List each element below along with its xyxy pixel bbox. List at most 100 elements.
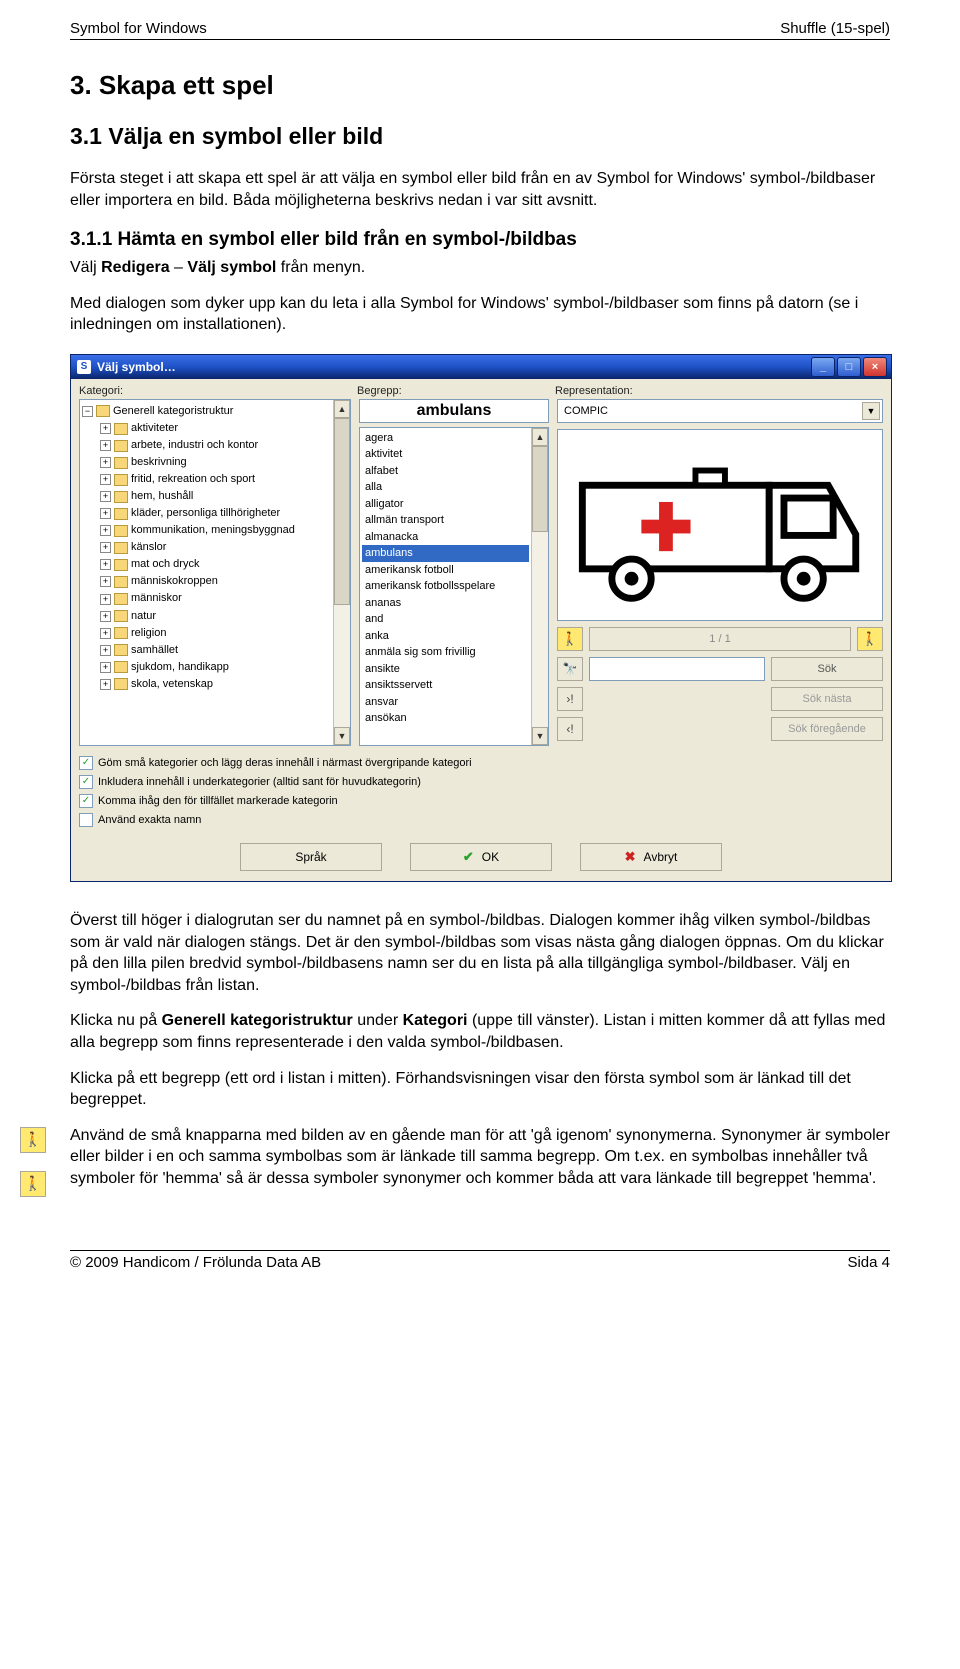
tree-expand-icon[interactable]: +: [100, 423, 111, 434]
tree-expand-icon[interactable]: +: [100, 645, 111, 656]
tree-expand-icon[interactable]: +: [100, 474, 111, 485]
tree-item[interactable]: +människor: [100, 590, 331, 607]
prev-synonym-button[interactable]: 🚶: [557, 627, 583, 651]
scroll-up-icon[interactable]: ▲: [532, 428, 548, 446]
tree-expand-icon[interactable]: +: [100, 628, 111, 639]
label-begrepp: Begrepp:: [357, 385, 547, 397]
next-synonym-button[interactable]: 🚶: [857, 627, 883, 651]
option-label: Komma ihåg den för tillfället markerade …: [98, 795, 338, 807]
list-item[interactable]: alligator: [362, 496, 529, 513]
option-row[interactable]: Använd exakta namn: [79, 813, 883, 827]
list-item[interactable]: agera: [362, 430, 529, 447]
representation-dropdown[interactable]: COMPIC ▼: [557, 399, 883, 423]
tree-item[interactable]: +mat och dryck: [100, 556, 331, 573]
minimize-button[interactable]: _: [811, 357, 835, 377]
cancel-button[interactable]: ✖Avbryt: [580, 843, 722, 871]
tree-item[interactable]: +kläder, personliga tillhörigheter: [100, 505, 331, 522]
tree-item[interactable]: +känslor: [100, 539, 331, 556]
tree-expand-icon[interactable]: +: [100, 679, 111, 690]
tree-item[interactable]: +religion: [100, 625, 331, 642]
tree-item[interactable]: + aktiviteter: [100, 420, 331, 437]
language-button[interactable]: Språk: [240, 843, 382, 871]
tree-item[interactable]: + arbete, industri och kontor: [100, 437, 331, 454]
folder-icon: [114, 525, 128, 537]
search-prev-button[interactable]: Sök föregående: [771, 717, 883, 741]
checkbox[interactable]: ✓: [79, 756, 93, 770]
tree-item-label: sjukdom, handikapp: [131, 659, 229, 676]
scroll-down-icon[interactable]: ▼: [334, 727, 350, 745]
tree-expand-icon[interactable]: +: [100, 559, 111, 570]
concept-listbox[interactable]: ageraaktivitetalfabetallaalligatorallmän…: [359, 427, 549, 746]
list-item[interactable]: ambulans: [362, 545, 529, 562]
tree-item[interactable]: + sjukdom, handikapp: [100, 659, 331, 676]
list-item[interactable]: ansikte: [362, 661, 529, 678]
tree-expand-icon[interactable]: +: [100, 491, 111, 502]
list-item[interactable]: anka: [362, 628, 529, 645]
list-item[interactable]: amerikansk fotboll: [362, 562, 529, 579]
tree-item[interactable]: + skola, vetenskap: [100, 676, 331, 693]
ok-button[interactable]: ✔OK: [410, 843, 552, 871]
list-item[interactable]: and: [362, 611, 529, 628]
scroll-down-icon[interactable]: ▼: [532, 727, 548, 745]
tree-item[interactable]: +kommunikation, meningsbyggnad: [100, 522, 331, 539]
tree-root-label[interactable]: Generell kategoristruktur: [113, 403, 233, 420]
tree-item[interactable]: +samhället: [100, 642, 331, 659]
list-item[interactable]: aktivitet: [362, 446, 529, 463]
list-item[interactable]: ananas: [362, 595, 529, 612]
chevron-down-icon[interactable]: ▼: [862, 402, 880, 420]
search-next-button[interactable]: Sök nästa: [771, 687, 883, 711]
option-label: Använd exakta namn: [98, 814, 201, 826]
dialog-titlebar[interactable]: S Välj symbol… _ □ ×: [71, 355, 891, 379]
category-tree[interactable]: − Generell kategoristruktur + aktiviteter…: [79, 399, 351, 746]
list-item[interactable]: amerikansk fotbollsspelare: [362, 578, 529, 595]
checkbox[interactable]: [79, 813, 93, 827]
close-button[interactable]: ×: [863, 357, 887, 377]
checkbox[interactable]: ✓: [79, 794, 93, 808]
tree-expand-icon[interactable]: +: [100, 662, 111, 673]
list-scrollbar[interactable]: ▲ ▼: [531, 428, 548, 745]
tree-expand-icon[interactable]: +: [100, 611, 111, 622]
header-left: Symbol for Windows: [70, 20, 207, 37]
tree-item-label: arbete, industri och kontor: [131, 437, 258, 454]
tree-expand-icon[interactable]: +: [100, 525, 111, 536]
checkbox[interactable]: ✓: [79, 775, 93, 789]
tree-expand-icon[interactable]: +: [100, 576, 111, 587]
tree-item[interactable]: +människokroppen: [100, 573, 331, 590]
para-intro: Första steget i att skapa ett spel är at…: [70, 168, 890, 211]
concept-current: ambulans: [359, 399, 549, 423]
tree-expand-icon[interactable]: +: [100, 457, 111, 468]
list-item[interactable]: alla: [362, 479, 529, 496]
list-item[interactable]: almanacka: [362, 529, 529, 546]
tree-item-label: aktiviteter: [131, 420, 178, 437]
list-item[interactable]: allmän transport: [362, 512, 529, 529]
tree-item[interactable]: +natur: [100, 608, 331, 625]
option-row[interactable]: ✓Inkludera innehåll i underkategorier (a…: [79, 775, 883, 789]
maximize-button[interactable]: □: [837, 357, 861, 377]
tree-item[interactable]: +hem, hushåll: [100, 488, 331, 505]
para-dialog-desc: Med dialogen som dyker upp kan du leta i…: [70, 293, 890, 336]
tree-expand-icon[interactable]: +: [100, 594, 111, 605]
app-icon: S: [77, 360, 91, 374]
scroll-up-icon[interactable]: ▲: [334, 400, 350, 418]
label-representation: Representation:: [555, 385, 883, 397]
list-item[interactable]: ansiktsservett: [362, 677, 529, 694]
para-5: Klicka nu på Generell kategoristruktur u…: [70, 1010, 890, 1053]
option-row[interactable]: ✓ Komma ihåg den för tillfället markerade…: [79, 794, 883, 808]
tree-item[interactable]: +fritid, rekreation och sport: [100, 471, 331, 488]
tree-expand-icon[interactable]: +: [100, 542, 111, 553]
tree-scrollbar[interactable]: ▲ ▼: [333, 400, 350, 745]
list-item[interactable]: ansökan: [362, 710, 529, 727]
tree-expand-icon[interactable]: +: [100, 508, 111, 519]
list-item[interactable]: anmäla sig som frivillig: [362, 644, 529, 661]
folder-icon: [114, 610, 128, 622]
walk-next-icon: 🚶: [20, 1171, 46, 1197]
search-input[interactable]: [589, 657, 765, 681]
list-item[interactable]: alfabet: [362, 463, 529, 480]
tree-expand-icon[interactable]: +: [100, 440, 111, 451]
tree-collapse-icon[interactable]: −: [82, 406, 93, 417]
tree-item-label: skola, vetenskap: [131, 676, 213, 693]
search-button[interactable]: Sök: [771, 657, 883, 681]
tree-item[interactable]: +beskrivning: [100, 454, 331, 471]
option-row[interactable]: ✓Göm små kategorier och lägg deras inneh…: [79, 756, 883, 770]
list-item[interactable]: ansvar: [362, 694, 529, 711]
